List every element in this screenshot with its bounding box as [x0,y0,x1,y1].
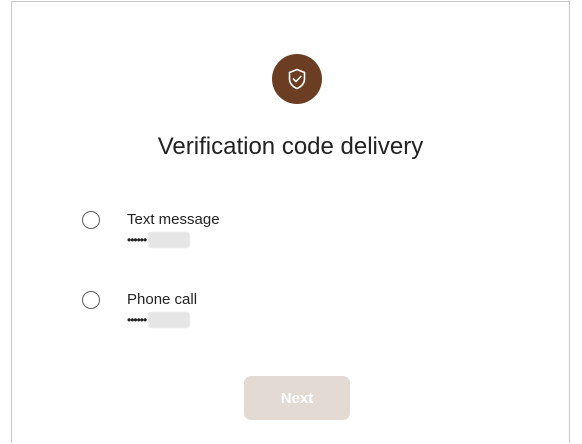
phone-call-radio[interactable] [82,291,100,309]
masked-phone-number: •••••• [127,312,197,328]
option-phone-call[interactable]: Phone call •••••• [82,290,197,328]
option-text-message[interactable]: Text message •••••• [82,210,220,248]
page-title: Verification code delivery [157,133,424,160]
security-badge [272,54,322,104]
text-message-label: Text message [127,211,220,228]
phone-call-label: Phone call [127,291,198,308]
next-button[interactable]: Next [244,376,350,420]
redacted-digits [148,312,191,328]
text-message-radio[interactable] [82,211,100,229]
verification-dialog: Verification code delivery Text message … [11,1,570,443]
shield-check-icon [288,68,306,90]
redacted-digits [148,232,191,248]
masked-phone-number: •••••• [127,232,220,248]
